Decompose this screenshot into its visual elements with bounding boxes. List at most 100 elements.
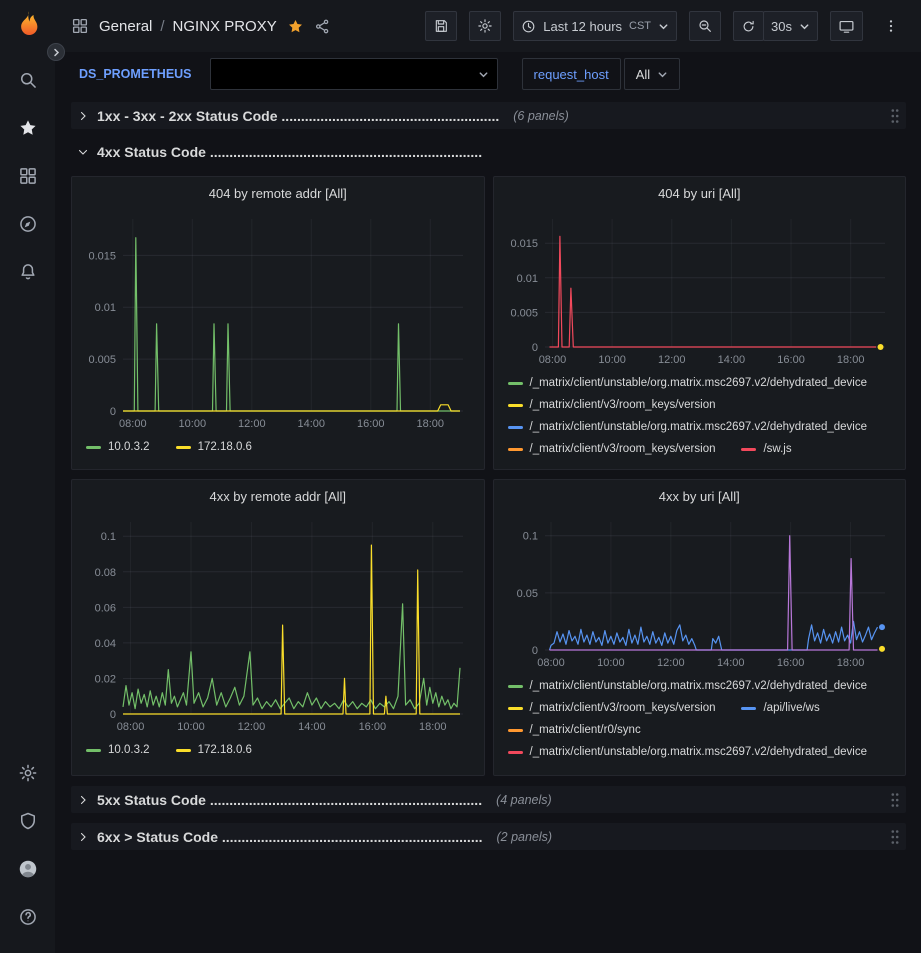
sidebar-item-server-admin[interactable] (0, 797, 55, 845)
save-dashboard-button[interactable] (425, 11, 457, 41)
cycle-view-button[interactable] (830, 11, 863, 41)
svg-text:0: 0 (532, 342, 538, 354)
row-drag-handle[interactable] (890, 792, 900, 808)
row-drag-handle[interactable] (890, 829, 900, 845)
sidebar-item-explore[interactable] (0, 200, 55, 248)
dashboard-settings-button[interactable] (469, 11, 501, 41)
row-5xx[interactable]: 5xx Status Code ........................… (71, 786, 906, 813)
zoom-out-button[interactable] (689, 11, 721, 41)
row-6xx[interactable]: 6xx > Status Code ......................… (71, 823, 906, 850)
legend: 10.0.3.2 172.18.0.6 (72, 736, 484, 761)
sidebar-item-profile[interactable] (0, 845, 55, 893)
svg-text:08:00: 08:00 (537, 657, 565, 669)
svg-text:10:00: 10:00 (177, 721, 205, 733)
chart-404-by-uri[interactable]: 08:0010:0012:0014:0016:0018:0000.0050.01… (501, 209, 898, 369)
legend-series-color (508, 404, 523, 407)
panel-title[interactable]: 4xx by uri [All] (494, 480, 906, 512)
svg-text:10:00: 10:00 (598, 354, 626, 366)
panel-title[interactable]: 404 by uri [All] (494, 177, 906, 209)
sidebar-expand-button[interactable] (47, 43, 65, 61)
refresh-button[interactable] (733, 11, 764, 41)
panel-title[interactable]: 404 by remote addr [All] (72, 177, 484, 209)
caret-down-icon (799, 21, 810, 32)
favorite-star-icon[interactable] (287, 18, 304, 35)
variable-datasource-select[interactable] (210, 58, 498, 90)
legend-item[interactable]: 172.18.0.6 (176, 744, 252, 756)
svg-text:16:00: 16:00 (777, 354, 805, 366)
chart-404-by-remote-addr[interactable]: 08:0010:0012:0014:0016:0018:0000.0050.01… (79, 209, 476, 433)
svg-text:08:00: 08:00 (117, 721, 145, 733)
legend-item[interactable]: /_matrix/client/unstable/org.matrix.msc2… (508, 377, 868, 389)
sidebar-item-starred[interactable] (0, 104, 55, 152)
more-options-button[interactable] (875, 11, 907, 41)
grafana-flame-icon (13, 9, 43, 39)
legend-item[interactable]: /_matrix/client/v3/room_keys/version (508, 443, 716, 455)
sidebar-item-configuration[interactable] (0, 749, 55, 797)
share-icon[interactable] (314, 18, 331, 35)
legend-item[interactable]: 10.0.3.2 (86, 744, 150, 756)
legend-series-color (741, 448, 756, 451)
breadcrumb: General / NGINX PROXY (99, 18, 277, 35)
legend-series-color (508, 685, 523, 688)
svg-text:16:00: 16:00 (359, 721, 387, 733)
panel-4xx-by-uri: 4xx by uri [All] 08:0010:0012:0014:0016:… (493, 479, 907, 776)
legend-item[interactable]: /api/live/ws (741, 702, 819, 714)
legend: 10.0.3.2 172.18.0.6 (72, 433, 484, 458)
star-icon (18, 118, 38, 138)
legend-series-color (508, 751, 523, 754)
sidebar-item-dashboards[interactable] (0, 152, 55, 200)
caret-down-icon (657, 69, 668, 80)
legend-item[interactable]: /_matrix/client/unstable/org.matrix.msc2… (508, 746, 868, 758)
legend-item[interactable]: /sw.js (741, 443, 791, 455)
dashboards-icon (18, 166, 38, 186)
svg-text:0.05: 0.05 (516, 588, 537, 600)
legend-item[interactable]: /_matrix/client/unstable/org.matrix.msc2… (508, 421, 868, 433)
variable-request-host-label-box[interactable]: request_host (522, 58, 621, 90)
variable-request-host-select[interactable]: All (624, 58, 680, 90)
legend-item[interactable]: /_matrix/client/r0/sync (508, 724, 641, 736)
variable-request-host-value: All (636, 67, 650, 82)
legend-item[interactable]: /_matrix/client/v3/room_keys/version (508, 702, 716, 714)
sidebar-item-search[interactable] (0, 56, 55, 104)
time-range-label: Last 12 hours (543, 19, 622, 34)
grafana-logo[interactable] (13, 9, 43, 42)
kebab-icon (883, 18, 899, 34)
variable-datasource-label[interactable]: DS_PROMETHEUS (71, 67, 200, 81)
legend-item[interactable]: 10.0.3.2 (86, 441, 150, 453)
legend-item[interactable]: 172.18.0.6 (176, 441, 252, 453)
svg-text:18:00: 18:00 (837, 657, 865, 669)
legend-series-color (508, 707, 523, 710)
legend-series-color (176, 749, 191, 752)
variables-bar: DS_PROMETHEUS request_host All (55, 52, 921, 96)
main-area: General / NGINX PROXY (55, 0, 921, 953)
legend: /_matrix/client/unstable/org.matrix.msc2… (494, 369, 906, 460)
panel-title[interactable]: 4xx by remote addr [All] (72, 480, 484, 512)
breadcrumb-separator: / (160, 18, 164, 35)
row-4xx[interactable]: 4xx Status Code ........................… (71, 138, 906, 165)
grafana-app: General / NGINX PROXY (0, 0, 921, 953)
breadcrumb-section[interactable]: General (99, 18, 152, 35)
svg-text:0.1: 0.1 (101, 531, 116, 543)
row-1xx-3xx-2xx[interactable]: 1xx - 3xx - 2xx Status Code ............… (71, 102, 906, 129)
row-panel-count: (6 panels) (513, 109, 569, 123)
sidebar-item-help[interactable] (0, 893, 55, 941)
sidebar-item-alerting[interactable] (0, 248, 55, 296)
legend-series-color (86, 446, 101, 449)
chevron-right-icon (77, 794, 89, 806)
svg-text:0.01: 0.01 (95, 302, 116, 314)
refresh-icon (741, 19, 756, 34)
chart-4xx-by-remote-addr[interactable]: 08:0010:0012:0014:0016:0018:0000.020.040… (79, 512, 476, 736)
chart-4xx-by-uri[interactable]: 08:0010:0012:0014:0016:0018:0000.050.1 (501, 512, 898, 672)
svg-text:14:00: 14:00 (717, 657, 745, 669)
svg-text:12:00: 12:00 (238, 721, 266, 733)
legend-item[interactable]: /_matrix/client/v3/room_keys/version (508, 399, 716, 411)
time-range-picker[interactable]: Last 12 hours CST (513, 11, 677, 41)
refresh-interval-select[interactable]: 30s (763, 11, 818, 41)
svg-text:0.02: 0.02 (95, 673, 116, 685)
legend-item[interactable]: /_matrix/client/unstable/org.matrix.msc2… (508, 680, 868, 692)
save-icon (433, 18, 449, 34)
svg-text:10:00: 10:00 (597, 657, 625, 669)
caret-down-icon (658, 21, 669, 32)
breadcrumb-dashboard-title[interactable]: NGINX PROXY (173, 18, 277, 35)
row-drag-handle[interactable] (890, 108, 900, 124)
